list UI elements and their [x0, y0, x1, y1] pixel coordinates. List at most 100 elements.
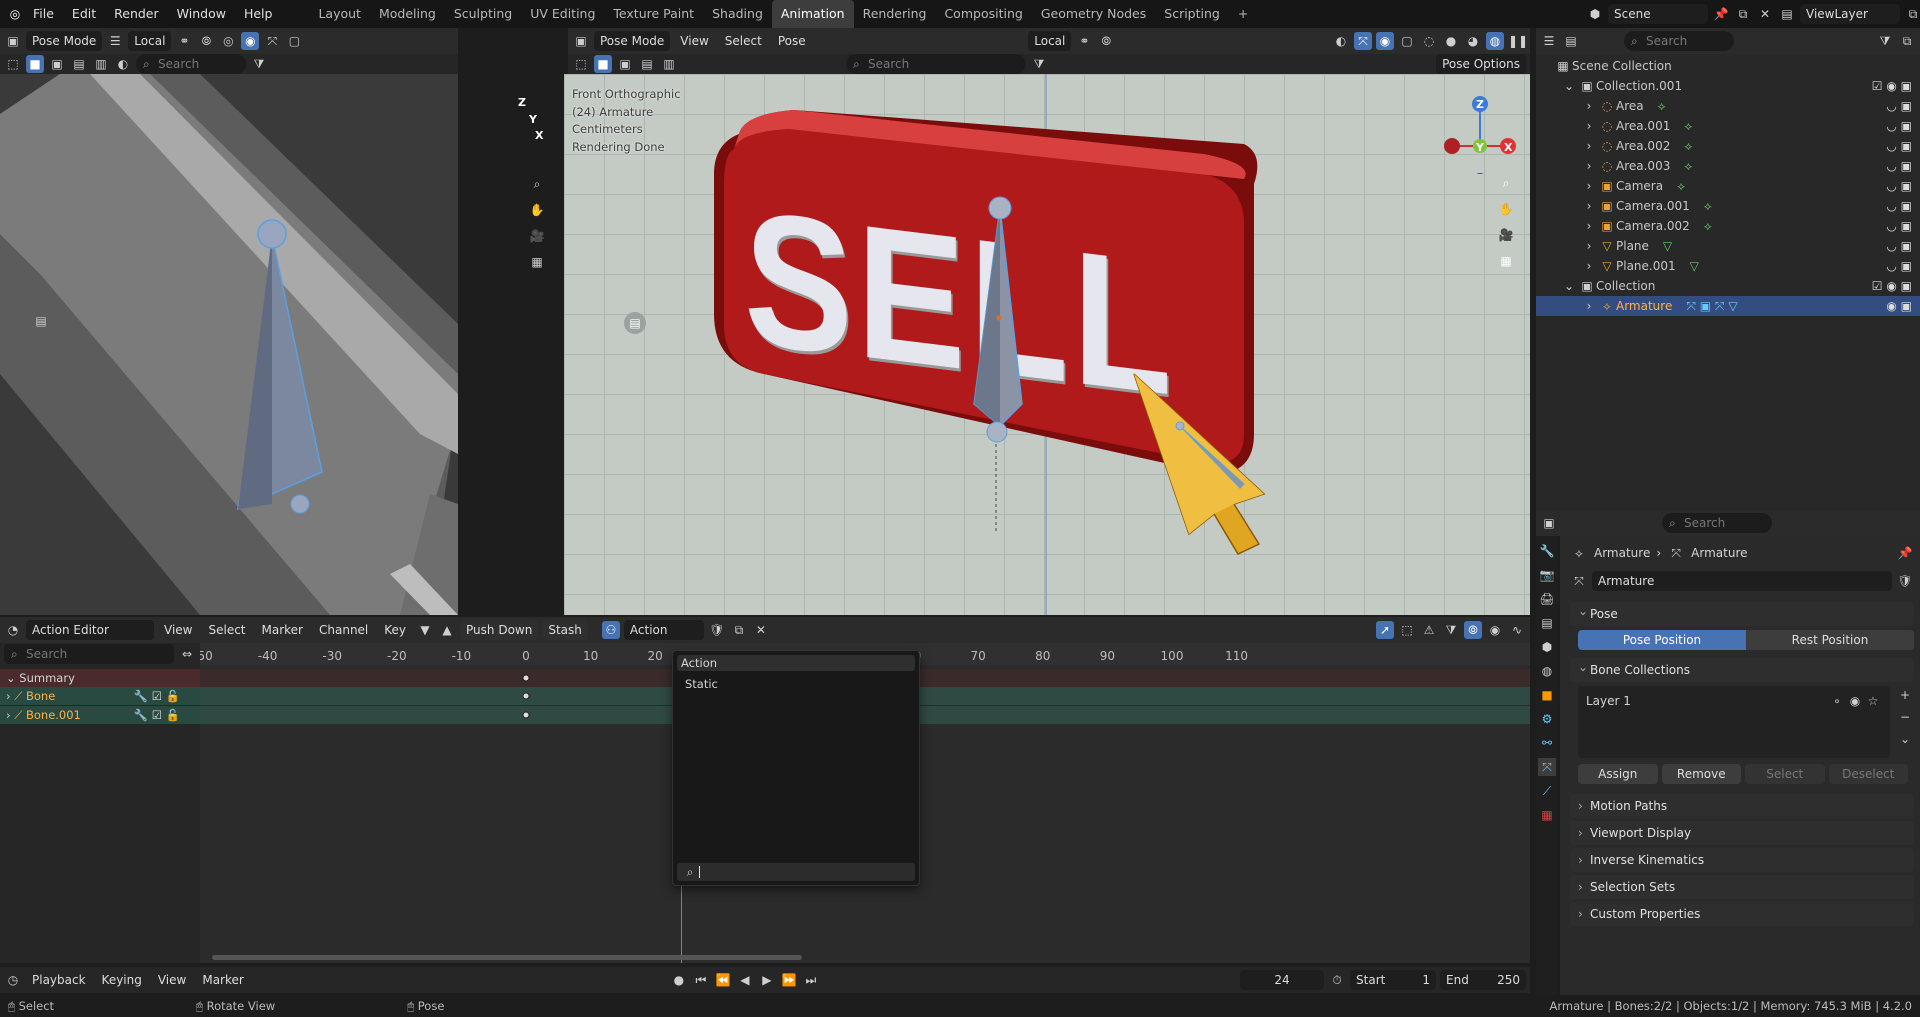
channel-toggles[interactable]: 🔧 ☑ 🔓 [134, 706, 180, 724]
main-sidebar-toggle-icon[interactable]: ▤ [624, 312, 646, 334]
keying-menu[interactable]: Keying [96, 970, 148, 990]
view-layer-selector[interactable]: ViewLayer [1800, 4, 1900, 24]
bone-collection-list[interactable]: Layer 1 ∘ ◉ ☆ [1578, 686, 1890, 758]
workspace-tab-scripting[interactable]: Scripting [1155, 0, 1229, 28]
item-toggles[interactable]: ◉ ▣ [1886, 296, 1912, 316]
action-editor-mode-dropdown[interactable]: Action Editor [26, 620, 154, 640]
end-frame-field[interactable]: End 250 [1440, 970, 1527, 990]
assign-button[interactable]: Assign [1578, 764, 1658, 784]
main-select-new-icon[interactable]: ■ [594, 55, 612, 73]
output-tab-icon[interactable]: 🖨 [1538, 590, 1556, 608]
stash-button[interactable]: Stash [542, 620, 588, 640]
pin-icon[interactable]: 📌 [1712, 5, 1730, 23]
left-pan-icon[interactable]: ✋ [528, 201, 546, 219]
menu-file[interactable]: File [24, 0, 63, 28]
select-box-icon[interactable]: ⬚ [4, 55, 22, 73]
left-sidebar-toggle-icon[interactable]: ▤ [32, 312, 50, 330]
keyframe[interactable] [522, 692, 530, 700]
action-editor-type-icon[interactable]: ◔ [4, 621, 22, 639]
remove-scene-icon[interactable]: ✕ [1756, 5, 1774, 23]
layer-up-icon[interactable]: ▲ [438, 621, 456, 639]
shading-wire-icon[interactable]: ◌ [1420, 32, 1438, 50]
left-ortho-icon[interactable]: ▦ [528, 253, 546, 271]
main-select-extend-icon[interactable]: ▣ [616, 55, 634, 73]
jump-start-icon[interactable]: ⏮ [692, 971, 710, 989]
start-frame-field[interactable]: Start 1 [1350, 970, 1437, 990]
tool-tab-icon[interactable]: 🔧 [1538, 542, 1556, 560]
new-scene-icon[interactable]: ⧉ [1734, 5, 1752, 23]
menu-help[interactable]: Help [235, 0, 282, 28]
selection-sets-panel[interactable]: Selection Sets [1570, 875, 1914, 899]
proportional-edit-icon[interactable]: ◉ [1486, 621, 1504, 639]
main-orientation-dropdown[interactable]: Local [1028, 31, 1072, 51]
play-icon[interactable]: ▶ [758, 971, 776, 989]
action-browse-icon[interactable]: ⚇ [601, 621, 620, 639]
editor-type-icon[interactable]: ▣ [4, 32, 22, 50]
main-visibility-icon[interactable]: ◐ [1332, 32, 1350, 50]
workspace-tab-animation[interactable]: Animation [771, 0, 854, 28]
armature-data-tab-icon[interactable]: ⤧ [1538, 758, 1556, 776]
left-viewport-search[interactable]: Search [136, 54, 246, 74]
render-tab-icon[interactable]: 📷 [1538, 566, 1556, 584]
texture-tab-icon[interactable]: ▦ [1538, 806, 1556, 824]
pivot-icon[interactable]: ⚭ [175, 32, 193, 50]
expand-icon[interactable]: ⌄ [1560, 77, 1578, 95]
record-icon[interactable]: ● [670, 971, 688, 989]
jump-end-icon[interactable]: ⏭ [802, 971, 820, 989]
rest-position-button[interactable]: Rest Position [1746, 630, 1914, 650]
proportional-icon[interactable]: ◎ [219, 32, 237, 50]
item-toggles[interactable]: ◡ ▣ [1886, 236, 1912, 256]
constraint-tab-icon[interactable]: ⚯ [1538, 734, 1556, 752]
channel-search[interactable]: Search [4, 644, 174, 664]
current-frame-field[interactable]: 24 [1240, 970, 1325, 990]
expand-icon[interactable]: › [1580, 237, 1598, 255]
errors-icon[interactable]: ⚠ [1420, 621, 1438, 639]
main-viewport[interactable]: SELL Front Orthographic (24) Armature Ce… [564, 74, 1530, 615]
main-menu-select[interactable]: Select [719, 31, 768, 51]
shading-rendered-icon[interactable]: ◍ [1486, 32, 1504, 50]
pose-position-button[interactable]: Pose Position [1578, 630, 1746, 650]
expand-icon[interactable]: › [1580, 137, 1598, 155]
workspace-tab-modeling[interactable]: Modeling [370, 0, 445, 28]
outliner-editor-icon[interactable]: ☰ [1540, 32, 1558, 50]
remove-bone-collection-icon[interactable]: − [1896, 708, 1914, 726]
scene-selector[interactable]: Scene [1608, 4, 1708, 24]
action-menu-channel[interactable]: Channel [313, 620, 374, 640]
left-zoom-icon[interactable]: ⌕ [528, 175, 546, 193]
outliner-item[interactable]: › ▣ Camera ⟡ ◡ ▣ [1536, 176, 1920, 196]
action-name-field[interactable]: Action [623, 620, 704, 640]
action-menu-key[interactable]: Key [378, 620, 412, 640]
timeline-marker-menu[interactable]: Marker [196, 970, 249, 990]
outliner-item[interactable]: › ◌ Area.003 ⟡ ◡ ▣ [1536, 156, 1920, 176]
expand-icon[interactable]: ⌄ [1560, 277, 1578, 295]
bone-tab-icon[interactable]: ⟋ [1538, 782, 1556, 800]
bone-collections-header[interactable]: Bone Collections [1570, 655, 1914, 682]
next-key-icon[interactable]: ⏩ [780, 971, 798, 989]
workspace-tab-layout[interactable]: Layout [309, 0, 370, 28]
action-new-icon[interactable]: ⧉ [730, 621, 748, 639]
layer-solo-icon[interactable]: ∘ [1828, 692, 1846, 710]
snap-icon[interactable]: ⦾ [197, 32, 215, 50]
main-menu-pose[interactable]: Pose [772, 31, 812, 51]
bone-collection-layer-1[interactable]: Layer 1 ∘ ◉ ☆ [1586, 692, 1882, 710]
outliner-item[interactable]: › ▽ Plane ▽ ◡ ▣ [1536, 236, 1920, 256]
xray-icon[interactable]: ▢ [285, 32, 303, 50]
gizmo-toggle-icon[interactable]: ⤧ [263, 32, 281, 50]
outliner-collection-row[interactable]: ⌄ ▣ Collection ☑ ◉ ▣ [1536, 276, 1920, 296]
menu-window[interactable]: Window [168, 0, 235, 28]
view-layer-tab-icon[interactable]: ▤ [1538, 614, 1556, 632]
main-overlay-icon[interactable]: ◉ [1376, 32, 1394, 50]
use-preview-range-icon[interactable]: ⏱ [1328, 971, 1346, 989]
keyframe[interactable] [522, 711, 530, 719]
blender-logo-icon[interactable]: ◎ [6, 5, 24, 23]
workspace-tab-rendering[interactable]: Rendering [854, 0, 936, 28]
overlay-icon[interactable]: ◉ [241, 32, 260, 50]
interpolation-icon[interactable]: ∿ [1508, 621, 1526, 639]
push-down-button[interactable]: Push Down [460, 620, 539, 640]
modifier-tab-icon[interactable]: ⚙ [1538, 710, 1556, 728]
outliner-filter-icon[interactable]: ⧩ [1876, 32, 1894, 50]
workspace-tab-compositing[interactable]: Compositing [935, 0, 1031, 28]
select-mode-invert-icon[interactable]: ▥ [92, 55, 110, 73]
inverse-kinematics-panel[interactable]: Inverse Kinematics [1570, 848, 1914, 872]
menu-edit[interactable]: Edit [63, 0, 105, 28]
